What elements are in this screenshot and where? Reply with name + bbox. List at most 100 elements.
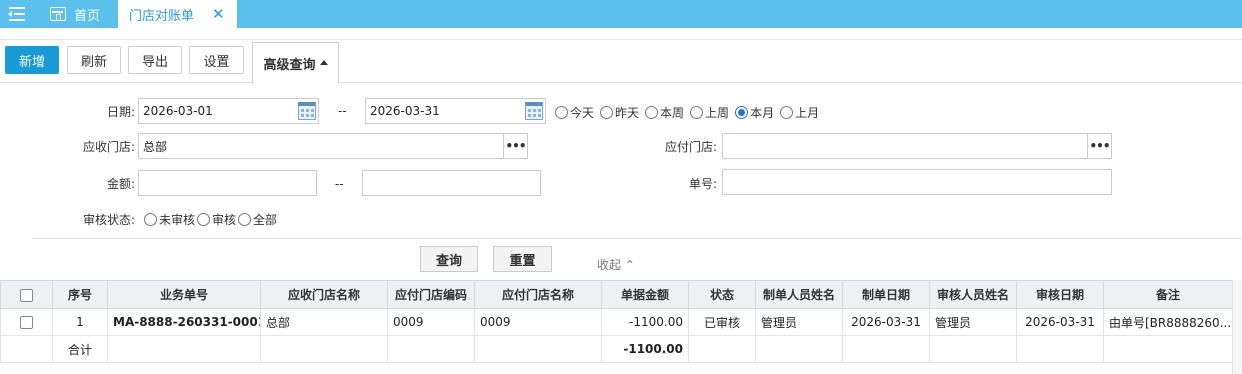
- export-button[interactable]: 导出: [128, 46, 182, 74]
- column-header[interactable]: 状态: [688, 280, 756, 309]
- radio-label: 审核: [212, 213, 237, 227]
- amount-min-input[interactable]: [138, 170, 317, 196]
- row-select-cell[interactable]: [0, 308, 53, 336]
- radio-label: 全部: [253, 213, 278, 227]
- radio-yesterday[interactable]: 昨天: [600, 104, 639, 121]
- calendar-icon[interactable]: [298, 102, 316, 120]
- receivable-store-value: 总部: [143, 139, 168, 154]
- column-header[interactable]: 审核人员姓名: [929, 280, 1017, 309]
- radio-audited[interactable]: 审核: [197, 211, 236, 228]
- vertical-scrollbar[interactable]: [1232, 280, 1242, 374]
- radio-this-month[interactable]: 本月: [735, 104, 774, 121]
- radio-last-month[interactable]: 上月: [780, 104, 819, 121]
- payable-store-input[interactable]: •••: [722, 133, 1112, 159]
- advanced-query-tab[interactable]: 高级查询: [252, 42, 339, 84]
- calendar-icon[interactable]: [525, 102, 543, 120]
- radio-all[interactable]: 全部: [238, 211, 277, 228]
- radio-label: 本周: [660, 106, 685, 120]
- radio-circle[interactable]: [238, 213, 252, 226]
- audit-status-label: 审核状态:: [82, 213, 135, 227]
- column-header[interactable]: 序号: [52, 280, 108, 309]
- date-end-value: 2026-03-31: [370, 104, 440, 118]
- column-header[interactable]: 应收门店名称: [260, 280, 388, 309]
- amount-max-input[interactable]: [362, 170, 541, 196]
- radio-today[interactable]: 今天: [555, 104, 594, 121]
- advanced-query-label: 高级查询: [263, 57, 316, 73]
- receivable-store-cell: 总部: [260, 308, 388, 336]
- amount-cell: -1100.00: [601, 308, 689, 336]
- doc-no-input[interactable]: [722, 169, 1112, 195]
- column-header[interactable]: 应付门店名称: [474, 280, 602, 309]
- radio-circle-selected[interactable]: [735, 106, 749, 119]
- radio-circle[interactable]: [780, 106, 794, 119]
- tab-home[interactable]: 首页: [44, 0, 106, 28]
- column-header[interactable]: 单据金额: [601, 280, 689, 309]
- radio-unaudited[interactable]: 未审核: [144, 211, 195, 228]
- radio-label: 本月: [750, 106, 775, 120]
- radio-circle[interactable]: [555, 106, 568, 119]
- toolbar: 新增 刷新 导出 设置 高级查询: [0, 39, 1242, 84]
- footer-empty-cell: [755, 335, 843, 363]
- refresh-button[interactable]: 刷新: [67, 46, 121, 74]
- footer-empty-cell: [1016, 335, 1104, 363]
- footer-empty-cell: [929, 335, 1017, 363]
- more-icon[interactable]: •••: [1087, 134, 1111, 158]
- date-start-value: 2026-03-01: [143, 104, 213, 118]
- select-all-checkbox[interactable]: [20, 288, 33, 302]
- radio-circle[interactable]: [197, 213, 211, 226]
- radio-label: 今天: [570, 106, 595, 120]
- column-header[interactable]: 制单日期: [842, 280, 930, 309]
- creator-cell: 管理员: [755, 308, 843, 336]
- doc-no-link[interactable]: MA-8888-260331-0001: [107, 308, 261, 336]
- footer-empty-cell: [260, 335, 388, 363]
- new-button[interactable]: 新增: [5, 46, 59, 74]
- data-grid: 序号 业务单号 应收门店名称 应付门店编码 应付门店名称 单据金额 状态 制单人…: [0, 280, 1233, 363]
- column-header[interactable]: 业务单号: [107, 280, 261, 309]
- radio-circle[interactable]: [144, 213, 157, 226]
- menu-toggle-icon[interactable]: [6, 5, 28, 23]
- more-icon[interactable]: •••: [503, 134, 527, 158]
- radio-circle[interactable]: [600, 106, 614, 119]
- column-header[interactable]: 审核日期: [1016, 280, 1104, 309]
- tab-store-reconciliation-label: 门店对账单: [129, 8, 195, 24]
- radio-label: 上月: [795, 106, 820, 120]
- payable-store-name-cell: 0009: [474, 308, 602, 336]
- collapse-link[interactable]: 收起 ⌃: [597, 256, 635, 273]
- settings-button[interactable]: 设置: [189, 46, 244, 74]
- receivable-store-input[interactable]: 总部 •••: [138, 133, 528, 159]
- payable-store-code-cell: 0009: [387, 308, 475, 336]
- radio-label: 未审核: [159, 213, 196, 227]
- query-button[interactable]: 查询: [420, 246, 478, 272]
- footer-empty-cell: [107, 335, 261, 363]
- column-header[interactable]: 制单人员姓名: [755, 280, 843, 309]
- select-all-cell[interactable]: [0, 280, 53, 309]
- grid-footer-row: 合计 -1100.00: [0, 335, 1233, 363]
- radio-this-week[interactable]: 本周: [645, 104, 684, 121]
- column-header[interactable]: 备注: [1103, 280, 1233, 309]
- reset-button[interactable]: 重置: [493, 246, 552, 272]
- date-quick-options: 今天 昨天 本周 上周 本月 上月: [555, 104, 825, 121]
- created-date-cell: 2026-03-31: [842, 308, 930, 336]
- payable-store-label: 应付门店:: [664, 140, 717, 154]
- remark-cell: 由单号[BR8888260...: [1103, 308, 1233, 336]
- footer-empty-cell: [842, 335, 930, 363]
- column-header[interactable]: 应付门店编码: [387, 280, 475, 309]
- tab-store-reconciliation[interactable]: 门店对账单 ✕: [118, 0, 237, 28]
- radio-last-week[interactable]: 上周: [690, 104, 729, 121]
- footer-empty-cell: [387, 335, 475, 363]
- date-end-input[interactable]: 2026-03-31: [365, 98, 546, 124]
- close-icon[interactable]: ✕: [212, 5, 225, 23]
- tab-home-label: 首页: [74, 8, 101, 24]
- radio-circle[interactable]: [645, 106, 659, 119]
- footer-empty-cell: [1103, 335, 1233, 363]
- caret-up-icon: [319, 59, 328, 65]
- row-index: 1: [52, 308, 108, 336]
- row-checkbox[interactable]: [20, 316, 33, 329]
- table-row[interactable]: 1 MA-8888-260331-0001 总部 0009 0009 -1100…: [0, 308, 1233, 336]
- date-label: 日期:: [106, 105, 135, 119]
- audit-status-options: 未审核 审核 全部: [144, 211, 283, 228]
- date-range-separator: --: [338, 104, 347, 118]
- radio-label: 上周: [705, 106, 730, 120]
- date-start-input[interactable]: 2026-03-01: [138, 98, 319, 124]
- radio-circle[interactable]: [690, 106, 704, 119]
